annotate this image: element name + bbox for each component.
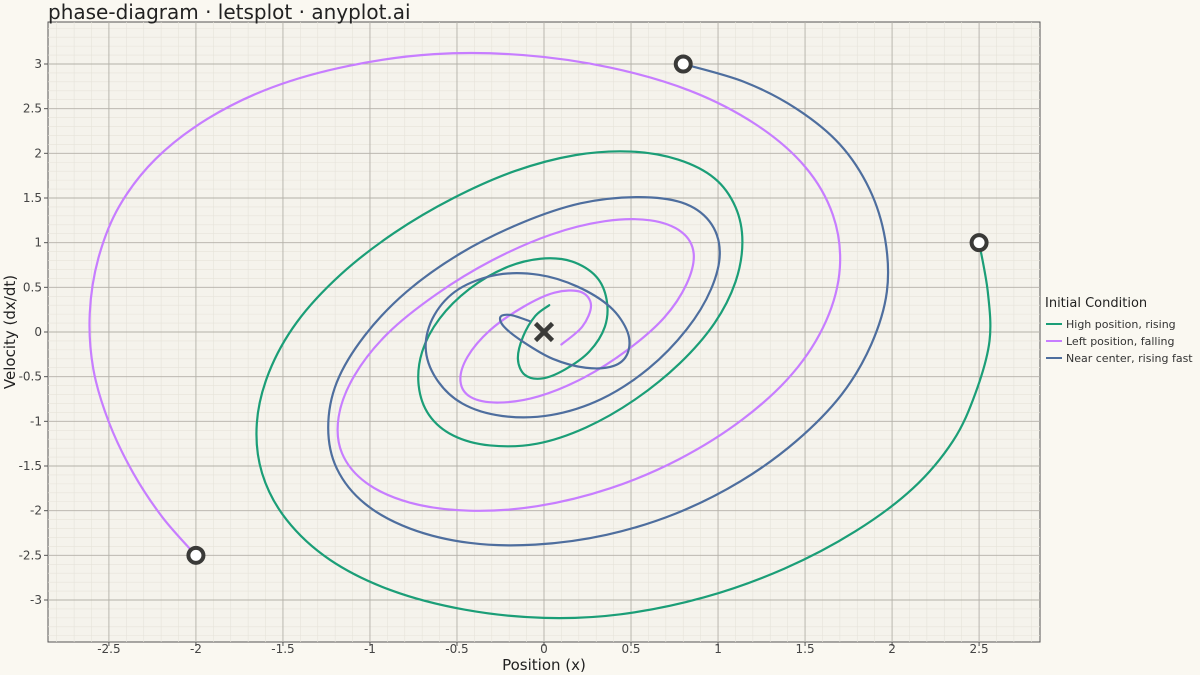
y-tick-label: -2.5 [19,548,42,562]
legend: Initial Condition High position, rising … [1045,296,1193,365]
y-tick-label: 2 [34,146,42,160]
x-tick-label: -0.5 [445,642,468,656]
y-tick-label: 2.5 [23,102,42,116]
x-tick-label: 0.5 [621,642,640,656]
x-tick-label: -1 [364,642,376,656]
legend-title: Initial Condition [1045,296,1147,311]
x-tick-labels: -2.5 -2 -1.5 -1 -0.5 0 0.5 1 1.5 2 2.5 [97,642,989,656]
y-tick-label: -1 [30,414,42,428]
y-tick-label: 0.5 [23,280,42,294]
x-tick-label: 0 [540,642,548,656]
legend-item-high-position: High position, rising [1046,318,1176,331]
x-axis-title: Position (x) [502,656,586,674]
legend-label-left-position: Left position, falling [1066,335,1175,348]
y-tick-label: 0 [34,325,42,339]
legend-label-high-position: High position, rising [1066,318,1176,331]
y-tick-label: 3 [34,57,42,71]
start-point-marker [186,545,206,565]
x-tick-label: -1.5 [271,642,294,656]
legend-item-near-center: Near center, rising fast [1046,352,1193,365]
x-tick-label: -2 [190,642,202,656]
y-tick-label: 1.5 [23,191,42,205]
legend-label-near-center: Near center, rising fast [1066,352,1193,365]
chart-title: phase-diagram · letsplot · anyplot.ai [48,0,411,24]
phase-diagram-chart: -2.5 -2 -1.5 -1 -0.5 0 0.5 1 1.5 2 2.5 -3 -2.5 -2 -1.… [1,0,1193,674]
start-point-marker [673,54,693,74]
x-tick-label: 1 [714,642,722,656]
x-tick-label: -2.5 [97,642,120,656]
y-axis-title: Velocity (dx/dt) [1,275,19,389]
x-tick-label: 2.5 [970,642,989,656]
x-tick-label: 1.5 [796,642,815,656]
y-tick-labels: -3 -2.5 -2 -1.5 -1 -0.5 0 0.5 1 1.5 2 2.5 3 [19,57,48,607]
x-tick-label: 2 [888,642,896,656]
start-point-marker [969,233,989,253]
legend-item-left-position: Left position, falling [1046,335,1175,348]
y-tick-label: -2 [30,504,42,518]
y-tick-label: -3 [30,593,42,607]
y-tick-label: 1 [34,236,42,250]
y-tick-label: -0.5 [19,370,42,384]
y-tick-label: -1.5 [19,459,42,473]
